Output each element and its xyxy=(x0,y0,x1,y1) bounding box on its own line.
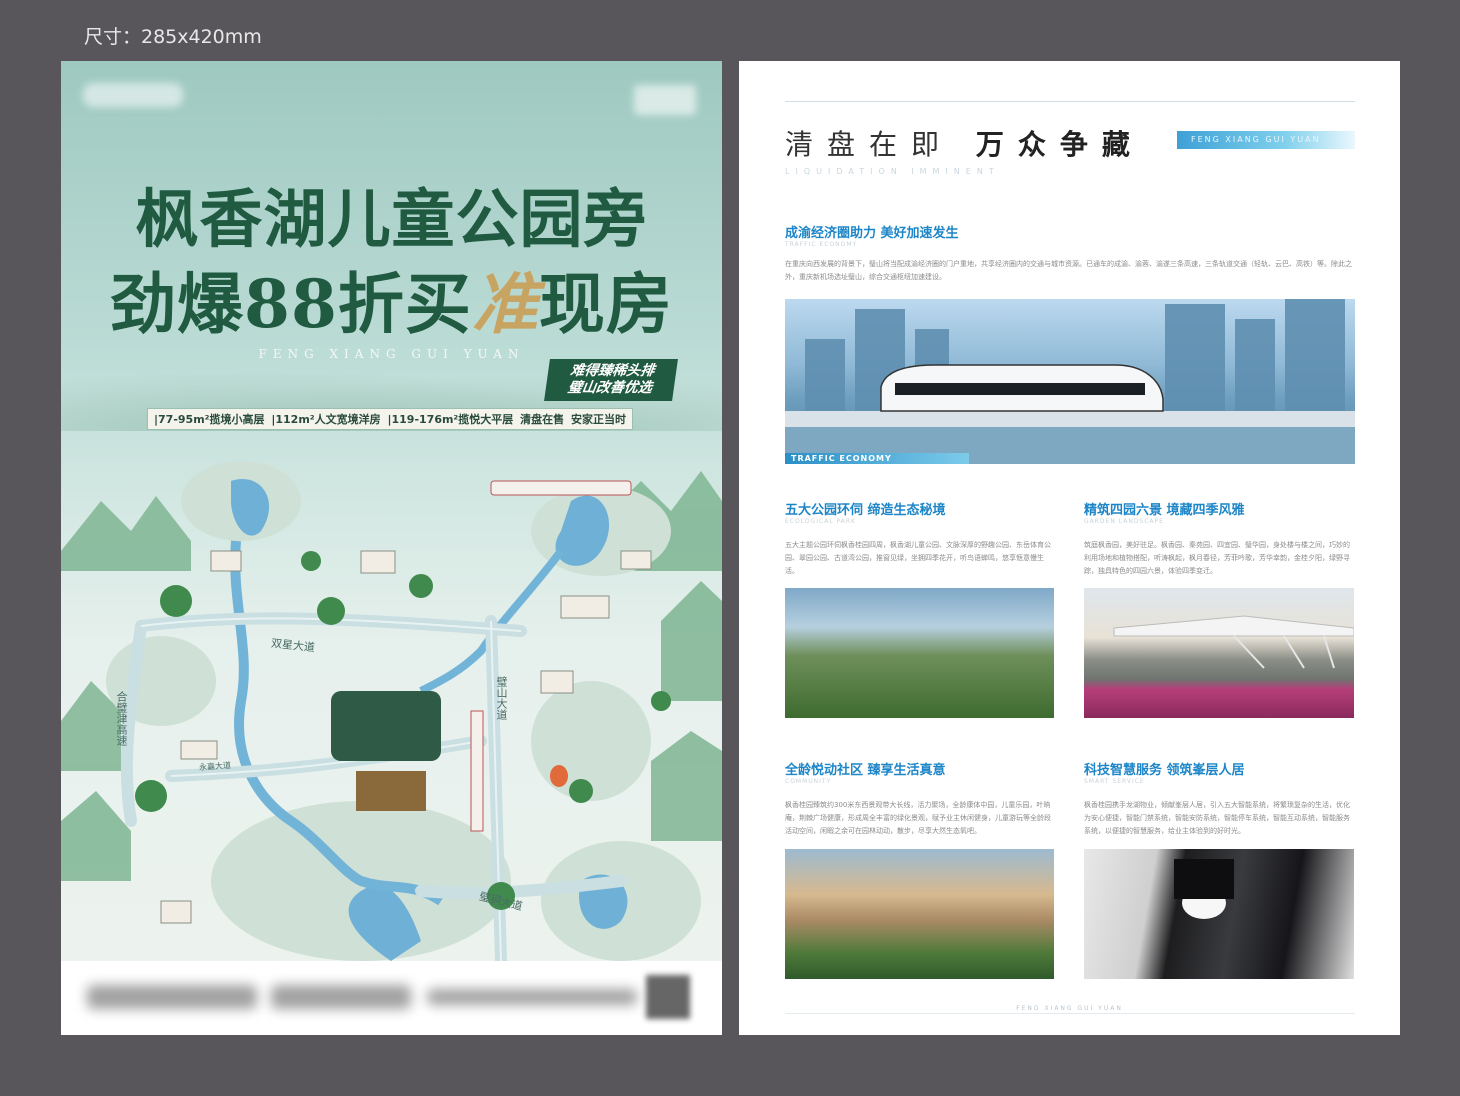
photo-park xyxy=(785,588,1054,718)
section-en: ECOLOGICAL PARK xyxy=(785,518,856,525)
feature-item: |112m²人文宽境洋房 xyxy=(271,413,381,426)
section-title: 精筑四园六景 境藏四季风雅 xyxy=(1084,503,1245,518)
headline-line-2: 劲爆88折买准现房 xyxy=(61,251,722,347)
project-logo-blurred xyxy=(634,85,696,115)
back-title-a: 清盘在即 xyxy=(785,128,954,161)
feature-item: |77-95m²揽境小高层 xyxy=(154,413,265,426)
section-title: 全龄悦动社区 臻享生活真意 xyxy=(785,763,946,778)
size-label: 尺寸：285x420mm xyxy=(84,26,262,48)
section-title: 五大公园环伺 缔造生态秘境 xyxy=(785,503,946,518)
glove-illustration xyxy=(1174,859,1234,919)
map-illustration xyxy=(61,461,722,961)
feature-item: 清盘在售 xyxy=(520,413,565,426)
address-blurred xyxy=(427,989,637,1005)
section-body: 在重庆向西发展的背景下，璧山将当配成渝经济圈的门户重地，共享经济圈内的交通与城市… xyxy=(785,260,1352,281)
headline-gold-char: 准 xyxy=(471,265,539,343)
promo-tag: 难得臻稀头排 璧山改善优选 xyxy=(544,359,678,401)
photo-community xyxy=(785,849,1054,979)
photo-caption-bar: TRAFFIC ECONOMY xyxy=(785,453,969,464)
feature-item: |119-176m²揽悦大平层 xyxy=(387,413,514,426)
footer-text: FENG XIANG GUI YUAN xyxy=(1016,1005,1123,1012)
photo-butler-service xyxy=(1084,849,1354,979)
front-panel: 枫香湖儿童公园旁 劲爆88折买准现房 FENG XIANG GUI YUAN 难… xyxy=(61,61,722,1035)
top-rule xyxy=(785,101,1355,102)
footer-rule xyxy=(785,1013,1355,1014)
promo-tag-line-2: 璧山改善优选 xyxy=(566,380,653,396)
area-map: 双星大道 璧山大道 合璧津高速 永嘉大道 璧铜大道 xyxy=(61,441,722,961)
pavilion-illustration xyxy=(1113,615,1354,669)
back-title: 清盘在即 万众争藏 xyxy=(785,123,1144,163)
hotline-blurred xyxy=(87,985,257,1009)
title-english: LIQUIDATION IMMINENT xyxy=(785,167,1000,176)
headline-line-2-b: 现房 xyxy=(538,265,673,343)
road-label-yongjia: 永嘉大道 xyxy=(198,760,232,773)
section-title: 成渝经济圈助力 美好加速发生 xyxy=(785,226,959,241)
section-body: 枫香桂园臻筑约300米东西景观带大长线，活力聚场，全龄康体中园，儿童乐园，叶晌庵… xyxy=(785,801,1051,835)
title-accent-bar: FENG XIANG GUI YUAN xyxy=(1177,131,1355,149)
photo-garden xyxy=(1084,588,1354,718)
back-title-b: 万众争藏 xyxy=(975,128,1144,161)
headline-line-2-a: 劲爆88折买 xyxy=(110,265,472,343)
section-body: 筑庭枫香园，美好驻足。枫香园、秦苑园、四宜园、璧华园，身处楼与楼之间，巧妙的利用… xyxy=(1084,541,1350,575)
developer-logo-blurred xyxy=(83,83,183,107)
section-en: GARDEN LANDSCAPE xyxy=(1084,518,1164,525)
section-title: 科技智慧服务 领筑峯层人居 xyxy=(1084,763,1245,778)
back-panel: 清盘在即 万众争藏 FENG XIANG GUI YUAN LIQUIDATIO… xyxy=(739,61,1400,1035)
hotline-2-blurred xyxy=(271,985,411,1009)
qr-code-blurred xyxy=(646,975,690,1019)
photo-monorail xyxy=(785,299,1355,464)
road-label-hebi: 合璧津高速 xyxy=(115,691,128,746)
headline-line-1: 枫香湖儿童公园旁 xyxy=(135,182,648,256)
section-en: COMMUNITY xyxy=(785,778,832,785)
section-en: TRAFFIC ECONOMY xyxy=(785,241,858,248)
monorail-illustration xyxy=(785,299,1355,464)
section-body: 五大主题公园环伺枫香桂园四周，枫香湖儿童公园、文脉深厚的野趣公园、东岳体育公园、… xyxy=(785,541,1051,575)
road-label-bishan: 璧山大道 xyxy=(495,676,508,720)
section-en: SMART SERVICE xyxy=(1084,778,1145,785)
section-body: 枫香桂园携手龙湖物业，倾献峯层人居，引入五大智能系统，将繁琐复杂的生活，优化为安… xyxy=(1084,801,1350,835)
feature-item: 安家正当时 xyxy=(570,413,626,426)
contact-bar xyxy=(61,961,722,1035)
promo-tag-line-1: 难得臻稀头排 xyxy=(569,363,656,379)
feature-bar: |77-95m²揽境小高层 |112m²人文宽境洋房 |119-176m²揽悦大… xyxy=(147,408,633,430)
